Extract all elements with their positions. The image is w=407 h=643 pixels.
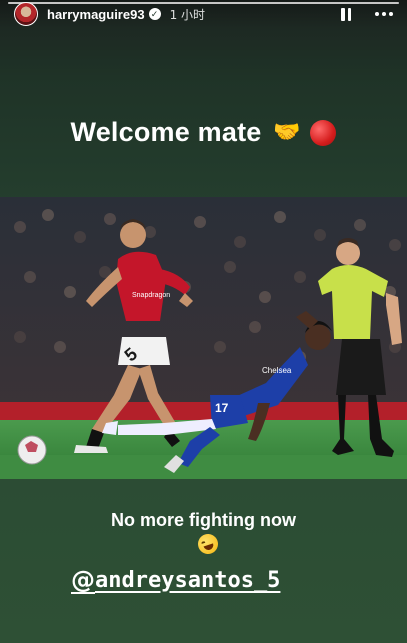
avatar[interactable] — [14, 2, 38, 26]
headline-text: Welcome mate — [70, 117, 262, 147]
svg-text:Chelsea: Chelsea — [262, 366, 292, 375]
svg-text:17: 17 — [215, 401, 229, 415]
pause-icon — [341, 7, 345, 21]
football-action-photo: Snapdragon 5 Chelsea 17 — [0, 197, 407, 479]
more-options-button[interactable] — [371, 8, 397, 20]
pause-button[interactable] — [337, 4, 355, 25]
photo-illustration: Snapdragon 5 Chelsea 17 — [0, 197, 407, 479]
threads-at-icon: @ — [71, 566, 95, 594]
rolling-on-floor-laughing-emoji — [195, 531, 221, 557]
mention-sticker[interactable]: @ andreysantos_5 — [71, 566, 280, 594]
post-time: 1 小时 — [169, 7, 206, 22]
story-caption: No more fighting now — [111, 510, 296, 530]
red-circle-emoji — [310, 120, 337, 146]
story-headline: Welcome mate 🤝 — [0, 117, 407, 148]
verified-check-icon: ✓ — [148, 8, 161, 20]
svg-text:Snapdragon: Snapdragon — [132, 292, 170, 299]
handshake-emoji: 🤝 — [273, 120, 301, 145]
mention-handle: andreysantos_5 — [95, 567, 281, 593]
username[interactable]: harrymaguire93 — [47, 7, 145, 22]
more-dots-icon — [375, 12, 379, 16]
story-header: harrymaguire93 ✓ 1 小时 — [0, 0, 407, 28]
